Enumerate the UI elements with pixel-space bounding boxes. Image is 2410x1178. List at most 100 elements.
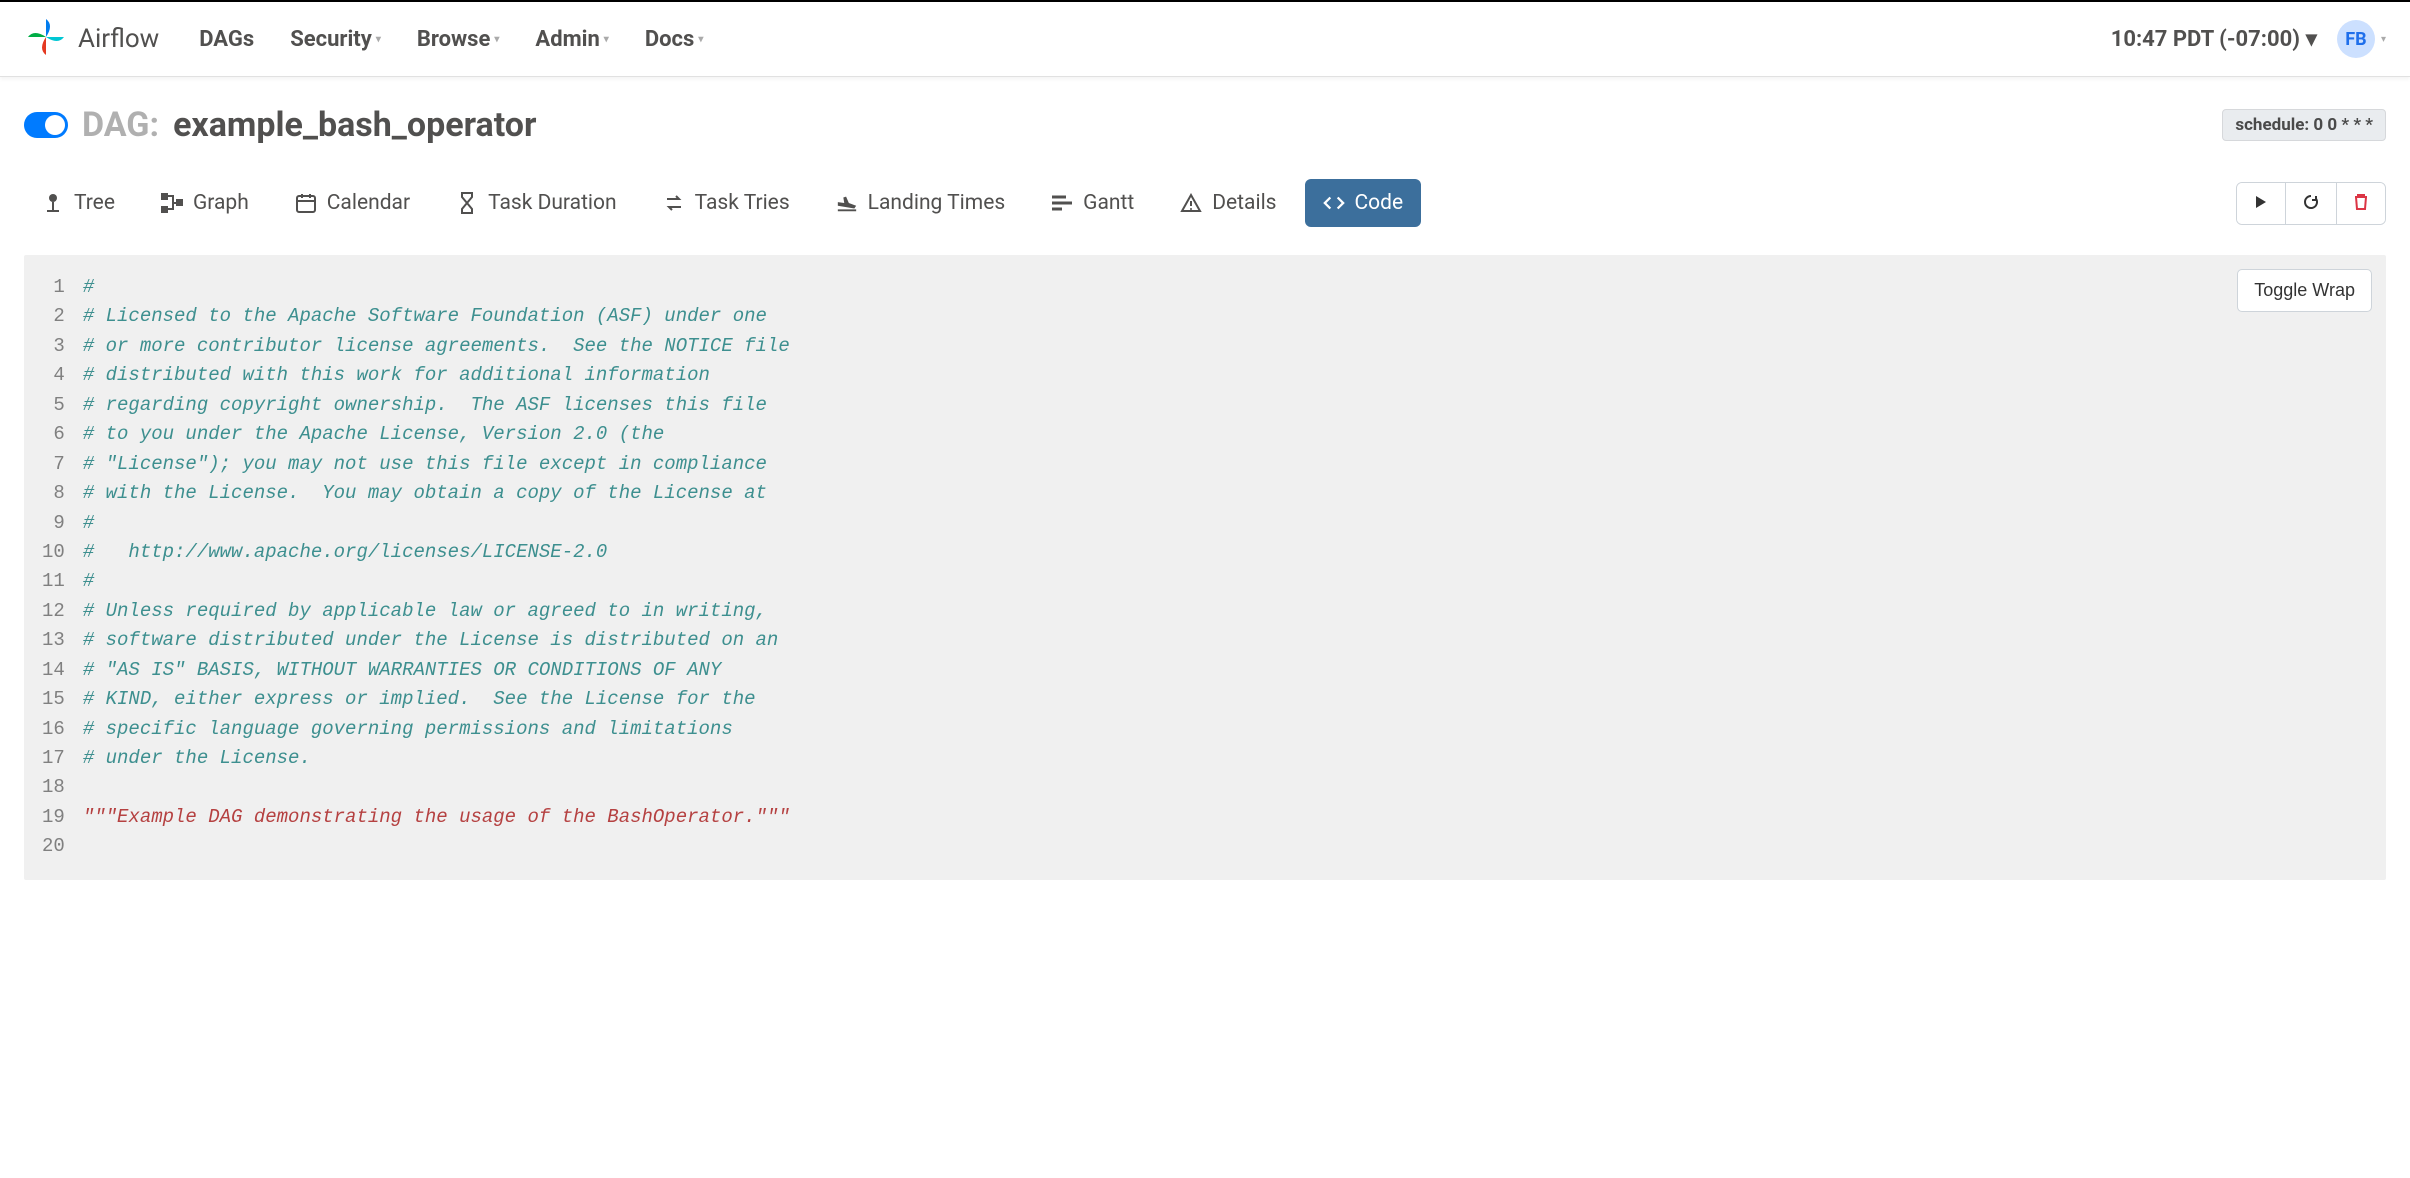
chevron-down-icon: ▾ (604, 34, 609, 45)
tab-landing-times[interactable]: Landing Times (818, 179, 1024, 227)
tab-label: Graph (193, 191, 249, 215)
line-number: 5 (42, 391, 73, 420)
calendar-icon (295, 192, 317, 214)
view-tabs: Tree Graph Calendar Task Duration Task Tries… (24, 179, 1421, 227)
line-number: 10 (42, 538, 73, 567)
code-line: # under the License. (83, 744, 2368, 773)
code-line: """Example DAG demonstrating the usage o… (83, 803, 2368, 832)
tab-task-duration[interactable]: Task Duration (438, 179, 635, 227)
user-menu[interactable]: FB ▾ (2337, 20, 2386, 58)
tab-label: Calendar (327, 191, 410, 215)
nav-item-browse[interactable]: Browse▾ (417, 27, 500, 52)
nav-right: 10:47 PDT (-07:00) ▾ FB ▾ (2111, 20, 2386, 58)
dag-header: DAG: example_bash_operator schedule: 0 0… (24, 105, 2386, 145)
code-line: # Licensed to the Apache Software Founda… (83, 302, 2368, 331)
clock-text: 10:47 PDT (-07:00) (2111, 27, 2300, 52)
clock[interactable]: 10:47 PDT (-07:00) ▾ (2111, 27, 2317, 52)
code-line (83, 832, 2368, 861)
code-line: # distributed with this work for additio… (83, 361, 2368, 390)
chevron-down-icon: ▾ (2306, 27, 2317, 52)
trigger-dag-button[interactable] (2237, 183, 2286, 224)
code-gutter: 1234567891011121314151617181920 (24, 255, 83, 880)
dag-prefix: DAG: (82, 105, 159, 145)
line-number: 12 (42, 597, 73, 626)
dag-title: DAG: example_bash_operator (24, 105, 536, 145)
top-navbar: Airflow DAGsSecurity▾Browse▾Admin▾Docs▾ … (0, 2, 2410, 77)
nav-item-dags[interactable]: DAGs (199, 27, 254, 52)
tab-gantt[interactable]: Gantt (1033, 179, 1152, 227)
line-number: 20 (42, 832, 73, 861)
nav-item-docs[interactable]: Docs ▾ (645, 27, 704, 52)
nav-item-label: Admin (535, 27, 599, 52)
tab-label: Gantt (1083, 191, 1134, 215)
code-line: # regarding copyright ownership. The ASF… (83, 391, 2368, 420)
line-number: 3 (42, 332, 73, 361)
code-line: # (83, 509, 2368, 538)
tab-tree[interactable]: Tree (24, 179, 133, 227)
nav-item-label: Security (290, 27, 372, 52)
tab-task-tries[interactable]: Task Tries (645, 179, 808, 227)
line-number: 18 (42, 773, 73, 802)
line-number: 16 (42, 715, 73, 744)
nav-item-label: Browse (417, 27, 491, 52)
code-line: # specific language governing permission… (83, 715, 2368, 744)
code-panel: Toggle Wrap 1234567891011121314151617181… (24, 255, 2386, 880)
tab-label: Details (1212, 191, 1276, 215)
trash-icon (2353, 193, 2369, 214)
landing-icon (836, 192, 858, 214)
code-line: # "AS IS" BASIS, WITHOUT WARRANTIES OR C… (83, 656, 2368, 685)
brand[interactable]: Airflow (24, 15, 159, 63)
line-number: 19 (42, 803, 73, 832)
refresh-button[interactable] (2286, 183, 2337, 224)
retry-icon (663, 192, 685, 214)
line-number: 15 (42, 685, 73, 714)
tab-details[interactable]: Details (1162, 179, 1294, 227)
delete-dag-button[interactable] (2337, 183, 2385, 224)
chevron-down-icon: ▾ (698, 34, 703, 45)
toggle-wrap-button[interactable]: Toggle Wrap (2237, 269, 2372, 312)
line-number: 13 (42, 626, 73, 655)
tab-label: Landing Times (868, 191, 1006, 215)
dag-action-buttons (2236, 182, 2386, 225)
tab-label: Task Tries (695, 191, 790, 215)
line-number: 6 (42, 420, 73, 449)
nav-items: DAGsSecurity▾Browse▾Admin▾Docs▾ (199, 27, 2110, 52)
details-icon (1180, 192, 1202, 214)
airflow-logo-icon (24, 15, 68, 63)
code-body[interactable]: # # Licensed to the Apache Software Found… (83, 255, 2386, 880)
refresh-icon (2302, 193, 2320, 214)
code-line: # (83, 567, 2368, 596)
chevron-down-icon: ▾ (2381, 34, 2386, 45)
code-line: # http://www.apache.org/licenses/LICENSE… (83, 538, 2368, 567)
chevron-down-icon: ▾ (376, 34, 381, 45)
code-line: # software distributed under the License… (83, 626, 2368, 655)
brand-name: Airflow (78, 24, 159, 54)
nav-item-security[interactable]: Security ▾ (290, 27, 381, 52)
line-number: 17 (42, 744, 73, 773)
tab-label: Task Duration (488, 191, 617, 215)
line-number: 1 (42, 273, 73, 302)
nav-item-admin[interactable]: Admin ▾ (535, 27, 608, 52)
page-body: DAG: example_bash_operator schedule: 0 0… (0, 77, 2410, 880)
avatar: FB (2337, 20, 2375, 58)
code-line: # with the License. You may obtain a cop… (83, 479, 2368, 508)
line-number: 9 (42, 509, 73, 538)
line-number: 8 (42, 479, 73, 508)
tab-code[interactable]: Code (1305, 179, 1422, 227)
chevron-down-icon: ▾ (494, 34, 499, 45)
line-number: 7 (42, 450, 73, 479)
schedule-badge[interactable]: schedule: 0 0 * * * (2222, 109, 2386, 141)
graph-icon (161, 192, 183, 214)
tab-graph[interactable]: Graph (143, 179, 267, 227)
code-line: # Unless required by applicable law or a… (83, 597, 2368, 626)
code-line: # "License"); you may not use this file … (83, 450, 2368, 479)
dag-name: example_bash_operator (173, 105, 536, 145)
code-line: # to you under the Apache License, Versi… (83, 420, 2368, 449)
tabs-row: Tree Graph Calendar Task Duration Task Tries… (24, 179, 2386, 227)
play-icon (2253, 194, 2269, 213)
gantt-icon (1051, 192, 1073, 214)
dag-pause-toggle[interactable] (24, 112, 68, 138)
tab-calendar[interactable]: Calendar (277, 179, 428, 227)
nav-item-label: Docs (645, 27, 694, 52)
code-icon (1323, 192, 1345, 214)
